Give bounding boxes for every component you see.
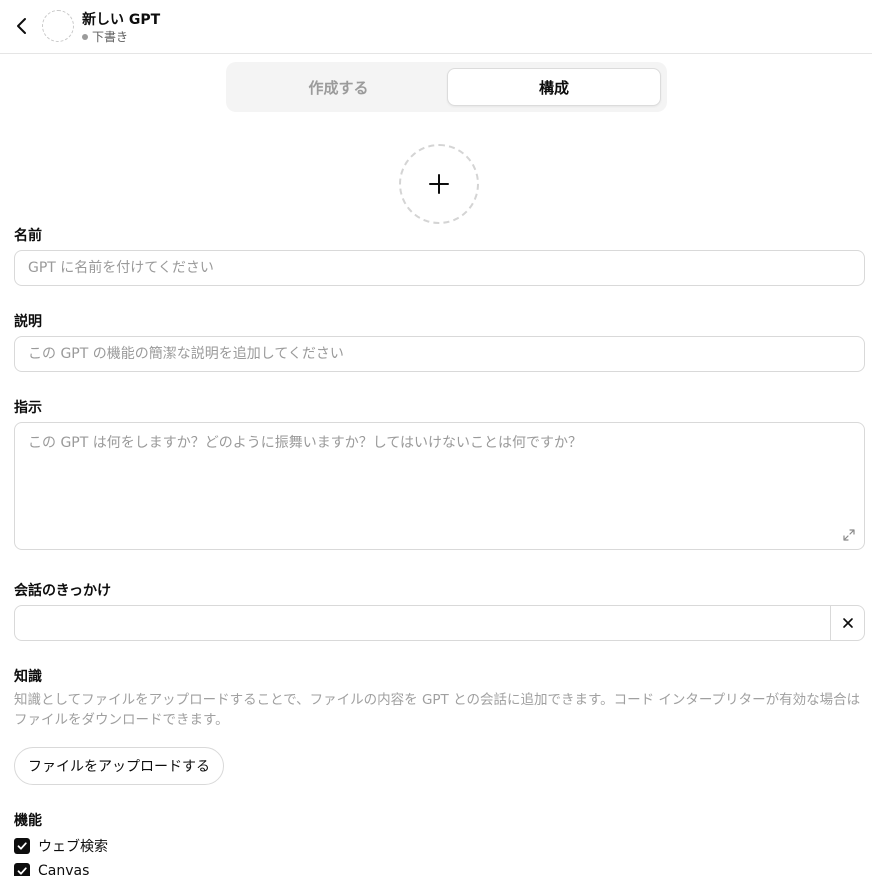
check-icon (17, 867, 27, 875)
instructions-textarea[interactable] (14, 422, 865, 550)
capability-canvas[interactable]: Canvas (14, 863, 89, 876)
checkbox-web-search[interactable] (14, 838, 30, 854)
name-label: 名前 (14, 228, 42, 244)
close-icon (843, 618, 853, 628)
capabilities-label: 機能 (14, 813, 42, 829)
conversation-starter-input[interactable] (15, 606, 830, 640)
capability-web-search[interactable]: ウェブ検索 (14, 836, 108, 856)
gpt-name: 新しい GPT (82, 12, 161, 28)
plus-icon (429, 174, 449, 194)
description-input[interactable] (14, 336, 865, 372)
back-button[interactable] (10, 13, 34, 39)
chevron-left-icon (17, 18, 26, 34)
description-label: 説明 (14, 314, 42, 330)
conversation-starters-label: 会話のきっかけ (14, 583, 112, 599)
conversation-starter-row (14, 605, 865, 641)
gpt-avatar (42, 10, 74, 42)
mode-tabs: 作成する 構成 (226, 62, 667, 112)
capability-label: ウェブ検索 (38, 839, 108, 855)
expand-icon[interactable] (842, 528, 856, 542)
top-bar: 新しい GPT 下書き (0, 0, 872, 54)
tab-create[interactable]: 作成する (232, 68, 445, 106)
status-dot (82, 33, 88, 40)
check-icon (17, 842, 27, 850)
upload-files-button[interactable]: ファイルをアップロードする (14, 747, 224, 785)
clear-starter-button[interactable] (830, 606, 865, 640)
knowledge-label: 知識 (14, 669, 42, 685)
checkbox-canvas[interactable] (14, 863, 30, 876)
name-input[interactable] (14, 250, 865, 286)
status-text: 下書き (92, 30, 129, 44)
instructions-label: 指示 (14, 400, 42, 416)
avatar-upload-button[interactable] (399, 144, 479, 224)
knowledge-description: 知識としてファイルをアップロードすることで、ファイルの内容を GPT との会話に… (14, 692, 861, 728)
status-badge: 下書き (82, 28, 128, 45)
capability-label: Canvas (38, 863, 90, 876)
tab-configure[interactable]: 構成 (447, 68, 661, 106)
